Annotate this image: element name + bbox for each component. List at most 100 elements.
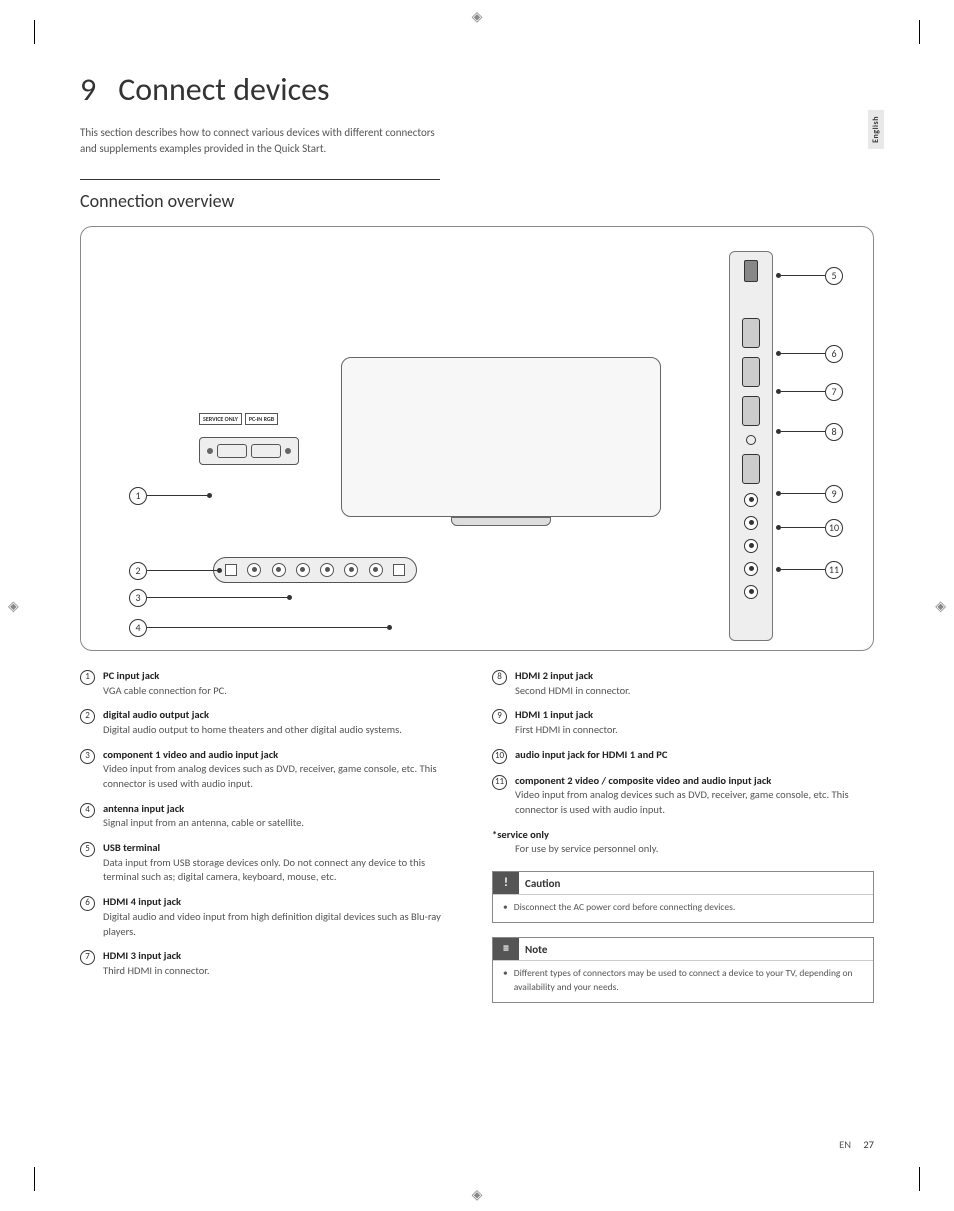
intro-text: This section describes how to connect va… (80, 125, 440, 157)
callout-number: 2 (129, 562, 147, 580)
legend-title: HDMI 3 input jack (103, 949, 210, 964)
legend-badge: 4 (80, 803, 95, 818)
legend-desc: Video input from analog devices such as … (103, 762, 462, 791)
legend-title: HDMI 1 input jack (515, 708, 618, 723)
legend-columns: 1 PC input jackVGA cable connection for … (80, 669, 874, 1003)
service-only-item: *service only For use by service personn… (492, 828, 874, 857)
callout-11: 11 (776, 561, 843, 579)
legend-title: component 1 video and audio input jack (103, 748, 462, 763)
caution-label: Caution (525, 877, 560, 890)
callout-number: 8 (825, 423, 843, 441)
callout-4: 4 (129, 619, 392, 637)
chapter-heading: 9 Connect devices (80, 70, 874, 109)
callout-5: 5 (776, 267, 843, 285)
legend-item: 2 digital audio output jackDigital audio… (80, 708, 462, 737)
hdmi-port-icon (742, 396, 760, 426)
legend-desc: Digital audio output to home theaters an… (103, 723, 402, 738)
callout-number: 6 (825, 345, 843, 363)
chapter-number: 9 (80, 70, 96, 109)
caution-box: ! Caution •Disconnect the AC power cord … (492, 871, 874, 923)
legend-left-column: 1 PC input jackVGA cable connection for … (80, 669, 462, 1003)
legend-item: 6 HDMI 4 input jackDigital audio and vid… (80, 895, 462, 939)
registration-mark-icon: ◈ (472, 8, 483, 25)
section-heading: Connection overview (80, 190, 874, 212)
note-box: ≡ Note •Different types of connectors ma… (492, 937, 874, 1003)
legend-item: 5 USB terminalData input from USB storag… (80, 841, 462, 885)
legend-badge: 9 (492, 709, 507, 724)
legend-desc: Video input from analog devices such as … (515, 788, 874, 817)
callout-9: 9 (776, 485, 843, 503)
legend-title: digital audio output jack (103, 708, 402, 723)
callout-number: 9 (825, 485, 843, 503)
registration-mark-icon: ◈ (935, 597, 946, 614)
section-rule (80, 179, 440, 180)
legend-item: 4 antenna input jackSignal input from an… (80, 802, 462, 831)
tv-base-icon (451, 517, 551, 526)
callout-number: 1 (129, 487, 147, 505)
note-text: Different types of connectors may be use… (514, 967, 863, 994)
legend-item: 9 HDMI 1 input jackFirst HDMI in connect… (492, 708, 874, 737)
callout-number: 3 (129, 589, 147, 607)
legend-title: USB terminal (103, 841, 462, 856)
callout-8: 8 (776, 423, 843, 441)
page-footer: EN 27 (839, 1138, 874, 1151)
legend-title: PC input jack (103, 669, 227, 684)
callout-10: 10 (776, 519, 843, 537)
crop-mark-icon (896, 20, 920, 44)
service-only-desc: For use by service personnel only. (515, 842, 874, 857)
language-tab: English (868, 110, 884, 149)
legend-badge: 10 (492, 749, 507, 764)
aux-hole-icon (746, 435, 756, 445)
legend-badge: 1 (80, 670, 95, 685)
rca-jack-icon (744, 493, 758, 507)
registration-mark-icon: ◈ (472, 1186, 483, 1203)
callout-number: 10 (825, 519, 843, 537)
legend-badge: 2 (80, 709, 95, 724)
footer-page-number: 27 (863, 1138, 874, 1151)
legend-title: antenna input jack (103, 802, 304, 817)
callout-number: 7 (825, 383, 843, 401)
legend-title: HDMI 2 input jack (515, 669, 630, 684)
legend-title: HDMI 4 input jack (103, 895, 462, 910)
callout-1: 1 (129, 487, 212, 505)
hdmi-port-icon (742, 318, 760, 348)
legend-item: 10 audio input jack for HDMI 1 and PC (492, 748, 874, 764)
rca-jack-icon (744, 539, 758, 553)
hdmi-port-icon (742, 454, 760, 484)
usb-port-icon (744, 260, 758, 282)
callout-number: 11 (825, 561, 843, 579)
legend-item: 1 PC input jackVGA cable connection for … (80, 669, 462, 698)
crop-mark-icon (896, 1167, 920, 1191)
connection-diagram: SERVICE ONLY PC-IN RGB 1 2 3 4 5 6 (80, 226, 874, 651)
legend-title: audio input jack for HDMI 1 and PC (515, 748, 667, 763)
note-label: Note (525, 943, 547, 956)
side-ports-panel (729, 251, 773, 641)
legend-item: 8 HDMI 2 input jackSecond HDMI in connec… (492, 669, 874, 698)
caution-icon: ! (493, 872, 519, 894)
rca-jack-icon (744, 585, 758, 599)
legend-badge: 7 (80, 950, 95, 965)
legend-item: 11 component 2 video / composite video a… (492, 774, 874, 818)
legend-right-column: 8 HDMI 2 input jackSecond HDMI in connec… (492, 669, 874, 1003)
legend-badge: 3 (80, 749, 95, 764)
legend-desc: Third HDMI in connector. (103, 964, 210, 979)
legend-desc: VGA cable connection for PC. (103, 684, 227, 699)
callout-number: 4 (129, 619, 147, 637)
service-only-title: *service only (492, 828, 874, 843)
chapter-title: Connect devices (118, 70, 329, 109)
legend-desc: Data input from USB storage devices only… (103, 856, 462, 885)
service-only-label: SERVICE ONLY (199, 413, 242, 425)
hdmi-port-icon (742, 357, 760, 387)
registration-mark-icon: ◈ (8, 597, 19, 614)
legend-desc: Second HDMI in connector. (515, 684, 630, 699)
legend-desc: Digital audio and video input from high … (103, 910, 462, 939)
crop-mark-icon (34, 20, 58, 44)
legend-badge: 6 (80, 896, 95, 911)
note-icon: ≡ (493, 938, 519, 960)
callout-3: 3 (129, 589, 292, 607)
legend-badge: 8 (492, 670, 507, 685)
legend-desc: First HDMI in connector. (515, 723, 618, 738)
crop-mark-icon (34, 1167, 58, 1191)
pc-input-labels: SERVICE ONLY PC-IN RGB (199, 413, 278, 425)
callout-6: 6 (776, 345, 843, 363)
